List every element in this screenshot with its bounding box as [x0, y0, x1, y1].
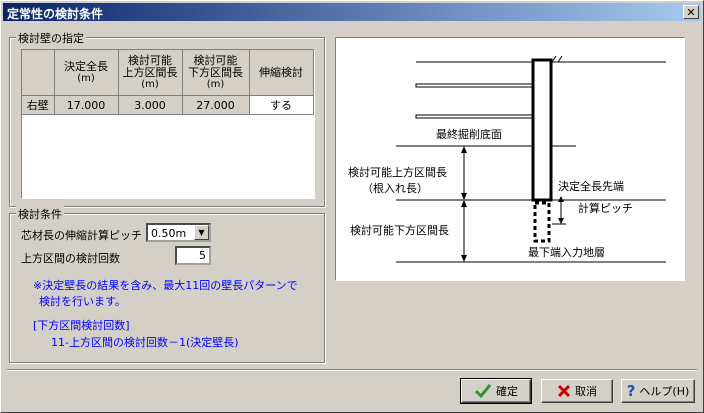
label-bottom: 最下端入力地層 — [528, 246, 605, 259]
pitch-label: 芯材長の伸縮計算ピッチ — [21, 229, 142, 242]
ok-button[interactable]: 確定 — [460, 378, 532, 404]
help-button[interactable]: ? ヘルプ(H) — [621, 379, 695, 403]
pitch-value: 0.50m — [151, 227, 187, 240]
help-label: ヘルプ(H) — [639, 385, 690, 398]
close-icon: ✕ — [686, 6, 696, 19]
label-upper-sub: （根入れ長） — [362, 182, 428, 195]
wall-diagram — [396, 55, 666, 263]
ok-label: 確定 — [496, 385, 518, 398]
pitch-select[interactable]: 0.50m ▼ — [146, 223, 211, 242]
question-icon: ? — [626, 382, 636, 400]
label-upper: 検討可能上方区間長 — [348, 166, 447, 179]
header-corner — [22, 50, 55, 96]
title-bar: 定常性の検討条件 ✕ — [3, 3, 701, 21]
window-title: 定常性の検討条件 — [7, 7, 104, 21]
close-button[interactable]: ✕ — [683, 5, 699, 19]
label-lower: 検討可能下方区間長 — [350, 224, 449, 237]
cross-icon — [557, 384, 571, 398]
check-icon — [474, 384, 492, 399]
note-line2: 検討を行います。 — [39, 295, 126, 308]
cell-lower[interactable]: 27.000 — [182, 95, 250, 115]
cell-upper[interactable]: 3.000 — [118, 95, 183, 115]
wall-table[interactable]: 決定全長 (m) 検討可能 上方区間長 (m) 検討可能 下方区間長 (m) 伸縮検討 右… — [21, 49, 315, 199]
header-lower: 検討可能 下方区間長 (m) — [182, 50, 250, 96]
label-pitch: 計算ピッチ — [578, 202, 633, 215]
note-line4: 11-上方区間の検討回数－1(決定壁長) — [51, 336, 239, 349]
row-name: 右壁 — [22, 95, 55, 115]
count-input[interactable]: 5 — [175, 246, 211, 265]
cell-length[interactable]: 17.000 — [54, 95, 119, 115]
note-line3: [下方区間検討回数] — [33, 319, 130, 332]
header-flag: 伸縮検討 — [249, 50, 314, 96]
header-length: 決定全長 (m) — [54, 50, 119, 96]
chevron-down-icon[interactable]: ▼ — [194, 225, 209, 240]
diagram-panel: 最終掘削底面 検討可能上方区間長 （根入れ長） 決定全長先端 計算ピッチ 検討可… — [335, 37, 685, 281]
count-label: 上方区間の検討回数 — [21, 252, 120, 265]
cancel-button[interactable]: 取消 — [541, 379, 613, 403]
cond-group-legend: 検討条件 — [16, 206, 64, 222]
separator — [7, 369, 697, 371]
header-upper: 検討可能 上方区間長 (m) — [118, 50, 183, 96]
wall-group-legend: 検討壁の指定 — [16, 30, 86, 46]
cell-flag[interactable]: する — [249, 95, 314, 115]
cancel-label: 取消 — [575, 385, 597, 398]
table-header-row: 決定全長 (m) 検討可能 上方区間長 (m) 検討可能 下方区間長 (m) 伸縮検討 — [22, 50, 314, 96]
table-row[interactable]: 右壁 17.000 3.000 27.000 する — [22, 95, 314, 115]
label-tip: 決定全長先端 — [558, 180, 624, 193]
note-line1: ※決定壁長の結果を含み、最大11回の壁長パターンで — [33, 279, 298, 292]
dialog-window: 定常性の検討条件 ✕ 検討壁の指定 決定全長 (m) 検討可能 上方区間長 (m) 検… — [0, 0, 704, 413]
label-excavation: 最終掘削底面 — [436, 128, 502, 141]
